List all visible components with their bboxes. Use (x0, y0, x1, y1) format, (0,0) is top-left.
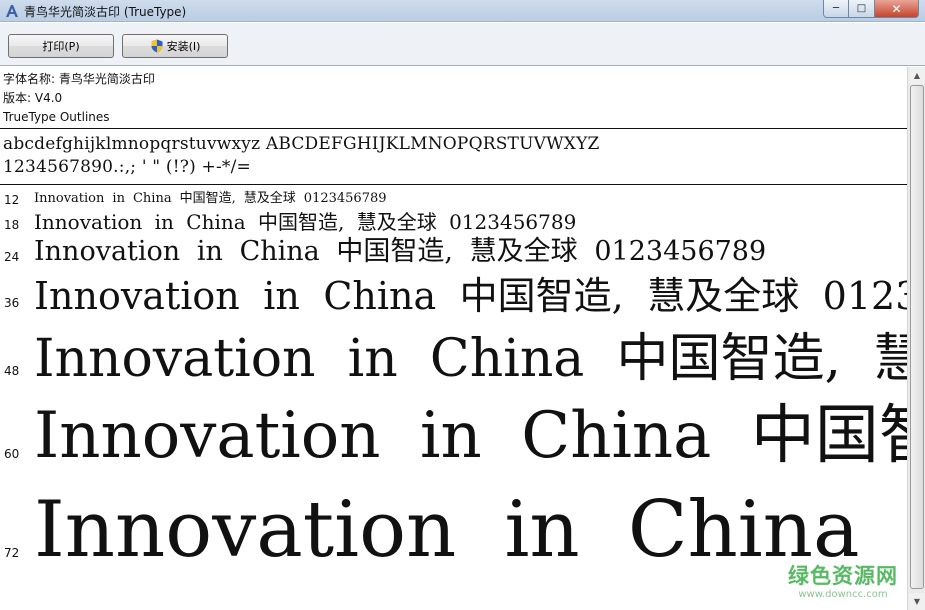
toolbar: 打印(P) 安装(I) (0, 23, 925, 66)
sample-text: Innovation in China 中国智造, 慧及全球 012345678… (34, 329, 907, 389)
scrollbar-thumb[interactable] (910, 85, 924, 589)
sample-row-36: 36 Innovation in China 中国智造, 慧及全球 012345… (0, 272, 907, 322)
sample-text: Innovation in China 中国智造, 慧及全球 012345678… (34, 191, 387, 206)
sample-row-18: 18 Innovation in China 中国智造, 慧及全球 012345… (0, 210, 907, 236)
close-button[interactable]: ✕ (875, 0, 919, 18)
charset-letters: abcdefghijklmnopqrstuvwxyz ABCDEFGHIJKLM… (3, 134, 600, 154)
watermark-logo-text: 绿色资源网 (788, 564, 898, 588)
sample-row-72: 72 Innovation in China 中国智造, 慧及全球 012345… (0, 487, 907, 597)
scroll-down-arrow-icon[interactable]: ▼ (909, 593, 925, 610)
font-version-line: 版本: V4.0 (3, 91, 63, 105)
sample-text: Innovation in China 中国智造, 慧及全球 012345678… (34, 399, 907, 473)
size-label: 60 (4, 447, 20, 461)
window-controls: ─ □ ✕ (823, 0, 919, 18)
font-name-line: 字体名称: 青鸟华光简淡古印 (3, 72, 155, 86)
sample-row-24: 24 Innovation in China 中国智造, 慧及全球 012345… (0, 235, 907, 269)
install-button[interactable]: 安装(I) (122, 34, 228, 58)
scroll-up-arrow-icon[interactable]: ▲ (909, 67, 925, 84)
size-label: 36 (4, 296, 20, 310)
sample-row-12: 12 Innovation in China 中国智造, 慧及全球 012345… (0, 190, 907, 208)
font-info: 字体名称: 青鸟华光简淡古印 版本: V4.0 TrueType Outline… (3, 70, 155, 127)
install-button-label: 安装(I) (166, 40, 201, 53)
size-label: 72 (4, 546, 20, 560)
sample-text: Innovation in China 中国智造, 慧及全球 012345678… (34, 210, 577, 234)
font-a-icon (6, 5, 18, 17)
size-label: 48 (4, 364, 20, 378)
size-label: 12 (4, 193, 20, 207)
sample-row-48: 48 Innovation in China 中国智造, 慧及全球 012345… (0, 327, 907, 393)
size-label: 18 (4, 218, 20, 232)
vertical-scrollbar[interactable]: ▲ ▼ (907, 67, 925, 610)
print-button-label: 打印(P) (42, 40, 80, 53)
minimize-button[interactable]: ─ (823, 0, 849, 18)
window-title: 青鸟华光简淡古印 (TrueType) (24, 5, 187, 19)
font-type-line: TrueType Outlines (3, 110, 110, 124)
title-bar[interactable]: 青鸟华光简淡古印 (TrueType) ─ □ ✕ (0, 0, 925, 22)
character-set: abcdefghijklmnopqrstuvwxyz ABCDEFGHIJKLM… (3, 133, 600, 179)
sample-text: Innovation in China 中国智造, 慧及全球 012345678… (34, 236, 767, 267)
sample-row-60: 60 Innovation in China 中国智造, 慧及全球 012345… (0, 397, 907, 483)
size-label: 24 (4, 250, 20, 264)
sample-text: Innovation in China 中国智造, 慧及全球 012345678… (34, 485, 907, 575)
watermark-url: www.downcc.com (798, 589, 888, 600)
divider (0, 128, 907, 129)
maximize-button[interactable]: □ (849, 0, 875, 18)
uac-shield-icon (151, 39, 163, 53)
sample-text: Innovation in China 中国智造, 慧及全球 012345678… (34, 274, 907, 318)
print-button[interactable]: 打印(P) (8, 34, 114, 58)
divider (0, 184, 907, 185)
font-preview-area: 字体名称: 青鸟华光简淡古印 版本: V4.0 TrueType Outline… (0, 67, 907, 610)
site-watermark: 绿色资源网 www.downcc.com (788, 560, 898, 600)
charset-digits-symbols: 1234567890.:,; ' " (!?) +-*/= (3, 157, 252, 177)
